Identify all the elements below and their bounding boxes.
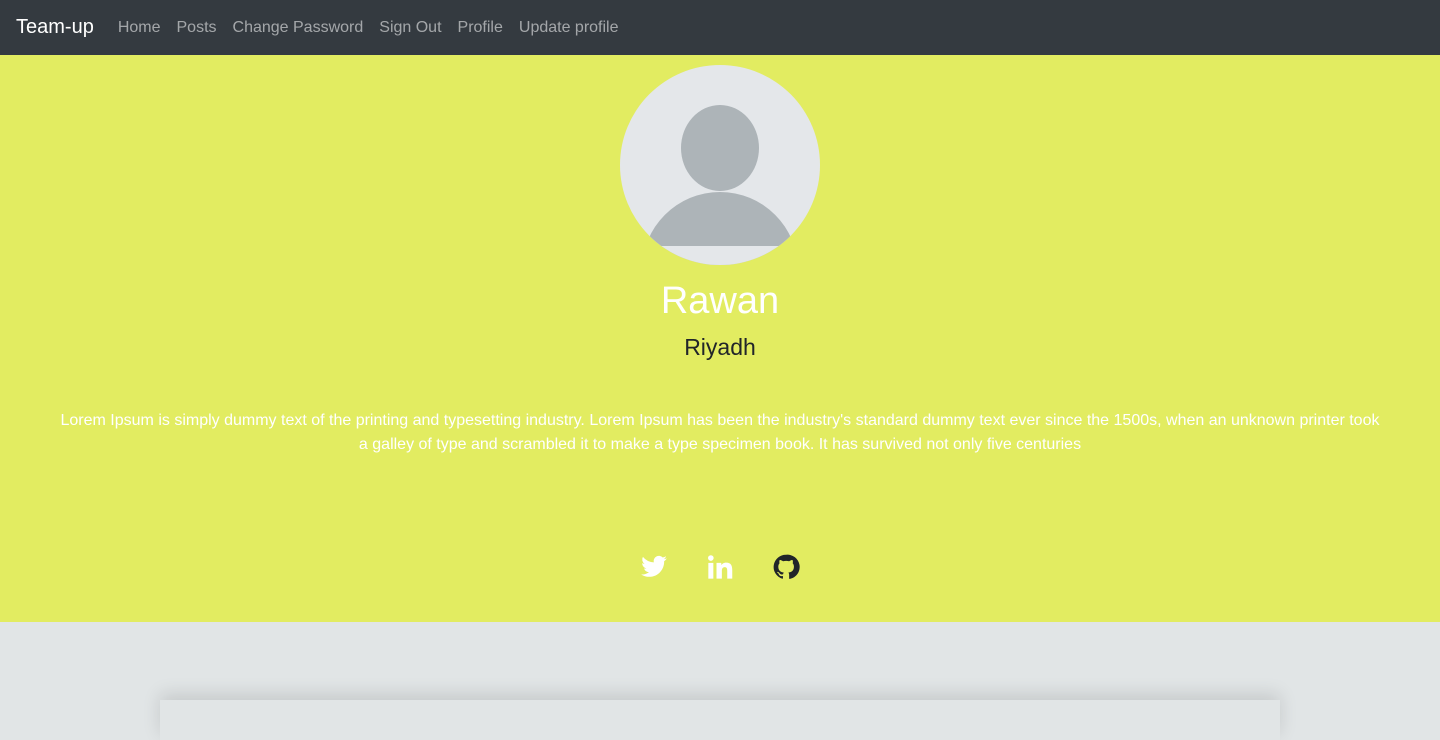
linkedin-icon[interactable] — [706, 553, 734, 581]
content-card-edge — [160, 700, 1280, 740]
nav-links: Home Posts Change Password Sign Out Prof… — [110, 19, 627, 37]
nav-link-profile[interactable]: Profile — [450, 19, 511, 37]
avatar-bottom-band — [620, 246, 820, 265]
brand-link[interactable]: Team-up — [16, 16, 94, 39]
profile-name: Rawan — [660, 280, 780, 322]
social-links — [640, 553, 800, 581]
nav-link-change-password[interactable]: Change Password — [225, 19, 372, 37]
profile-bio: Lorem Ipsum is simply dummy text of the … — [60, 412, 1380, 453]
profile-city: Riyadh — [684, 334, 756, 360]
avatar-head-shape — [681, 105, 759, 191]
nav-link-posts[interactable]: Posts — [169, 19, 225, 37]
nav-link-sign-out[interactable]: Sign Out — [371, 19, 449, 37]
top-navbar: Team-up Home Posts Change Password Sign … — [0, 0, 1440, 55]
avatar — [620, 65, 820, 265]
twitter-icon[interactable] — [640, 553, 668, 581]
nav-link-update-profile[interactable]: Update profile — [511, 19, 627, 37]
profile-hero: Rawan Riyadh Lorem Ipsum is simply dummy… — [0, 55, 1440, 622]
nav-link-home[interactable]: Home — [110, 19, 169, 37]
github-icon[interactable] — [772, 553, 800, 581]
